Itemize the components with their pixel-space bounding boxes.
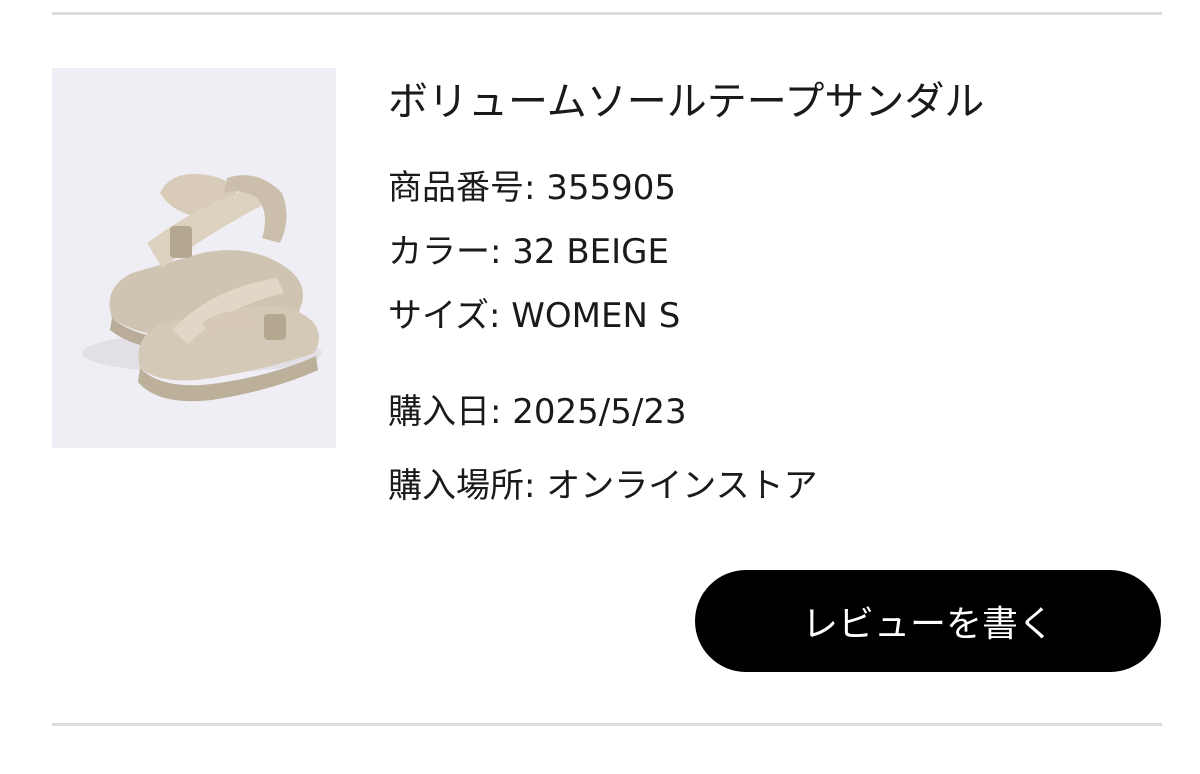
size-value: WOMEN S — [511, 296, 681, 336]
purchase-place-row: 購入場所: オンラインストア — [388, 466, 818, 506]
sandal-icon — [82, 174, 322, 402]
bottom-divider — [52, 723, 1162, 726]
size-label: サイズ — [388, 296, 489, 336]
product-image[interactable] — [52, 68, 336, 448]
purchase-place-label: 購入場所 — [388, 466, 524, 506]
top-divider — [52, 12, 1162, 15]
color-value: 32 BEIGE — [512, 232, 670, 272]
purchase-date-row: 購入日: 2025/5/23 — [388, 392, 687, 432]
purchase-date-value: 2025/5/23 — [512, 392, 687, 432]
product-number-value: 355905 — [546, 168, 677, 208]
color-row: カラー: 32 BEIGE — [388, 232, 670, 272]
product-name: ボリュームソールテープサンダル — [388, 79, 985, 125]
color-label: カラー — [388, 232, 490, 272]
product-number-row: 商品番号: 355905 — [388, 168, 677, 208]
size-row: サイズ: WOMEN S — [388, 296, 681, 336]
purchase-date-label: 購入日 — [388, 392, 490, 432]
purchase-place-value: オンラインストア — [546, 466, 818, 506]
write-review-button[interactable]: レビューを書く — [695, 570, 1161, 672]
product-number-label: 商品番号 — [388, 168, 524, 208]
